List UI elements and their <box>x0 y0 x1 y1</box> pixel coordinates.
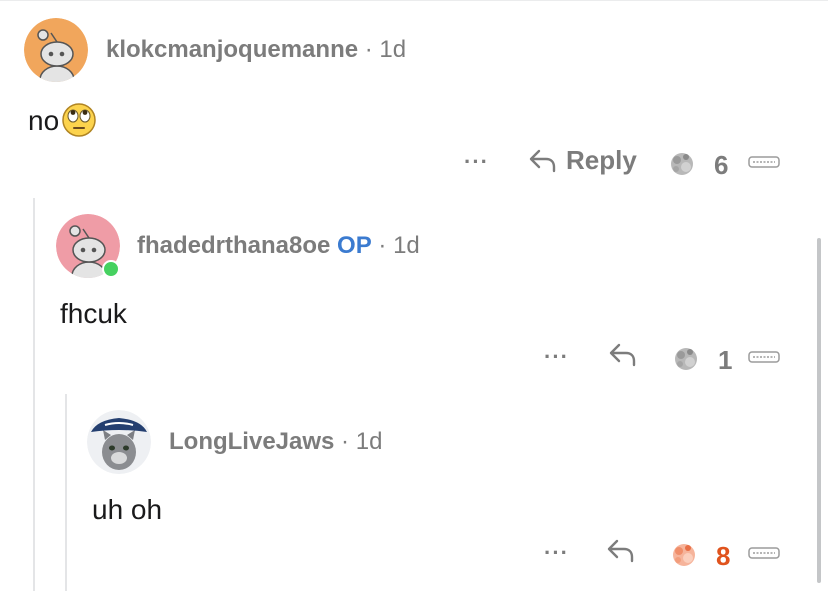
more-options-button[interactable]: ··· <box>464 151 489 173</box>
thread-line-level-1[interactable] <box>33 198 35 591</box>
cat-in-hat-avatar-icon <box>87 410 151 474</box>
username[interactable]: LongLiveJaws <box>169 428 334 455</box>
more-options-button[interactable]: ··· <box>544 346 569 368</box>
separator: · <box>341 428 350 455</box>
op-badge: OP <box>337 232 372 259</box>
comment-meta: fhadedrthana8oe OP · 1d <box>137 232 420 260</box>
comment-body: no <box>28 102 97 145</box>
comment-text: uh oh <box>92 494 163 525</box>
comment-body: uh oh <box>92 494 162 526</box>
timestamp: 1d <box>393 232 420 259</box>
thread-line-level-2[interactable] <box>65 394 67 591</box>
reply-button[interactable]: Reply <box>528 145 637 176</box>
comment-actions: ··· Reply 6 <box>460 143 780 183</box>
username[interactable]: fhadedrthana8oe <box>137 232 330 259</box>
award-count: 6 <box>714 150 729 180</box>
award-icon[interactable] <box>666 147 698 179</box>
comment-text: fhcuk <box>60 298 127 329</box>
separator: · <box>364 36 373 63</box>
reply-label: Reply <box>566 145 637 175</box>
username[interactable]: klokcmanjoquemanne <box>106 36 358 63</box>
award-icon[interactable] <box>670 342 702 374</box>
avatar[interactable] <box>87 410 151 474</box>
comment-body: fhcuk <box>60 298 127 330</box>
comment-meta: LongLiveJaws · 1d <box>169 428 382 456</box>
award-icon[interactable] <box>668 538 700 570</box>
timestamp: 1d <box>379 36 407 63</box>
award-badge-icon[interactable] <box>748 351 780 363</box>
reply-arrow-icon[interactable] <box>606 538 636 564</box>
online-status-indicator <box>102 260 120 278</box>
comment-text: no <box>28 105 60 136</box>
reply-arrow-icon <box>529 149 556 172</box>
award-count: 8 <box>716 541 731 571</box>
snoo-avatar-icon <box>24 18 88 82</box>
comment-actions: ··· 1 <box>540 338 780 378</box>
timestamp: 1d <box>355 428 383 455</box>
separator: · <box>378 232 387 259</box>
more-options-button[interactable]: ··· <box>544 542 569 564</box>
face-with-rolling-eyes-icon <box>61 102 97 145</box>
top-divider <box>0 0 828 1</box>
award-badge-icon[interactable] <box>748 547 780 559</box>
award-count: 1 <box>718 345 733 375</box>
comment-actions: ··· 8 <box>540 534 780 574</box>
comment-meta: klokcmanjoquemanne · 1d <box>106 36 406 64</box>
scrollbar[interactable] <box>817 238 821 583</box>
award-badge-icon[interactable] <box>748 156 780 168</box>
avatar[interactable] <box>24 18 88 82</box>
reply-arrow-icon[interactable] <box>608 342 638 368</box>
